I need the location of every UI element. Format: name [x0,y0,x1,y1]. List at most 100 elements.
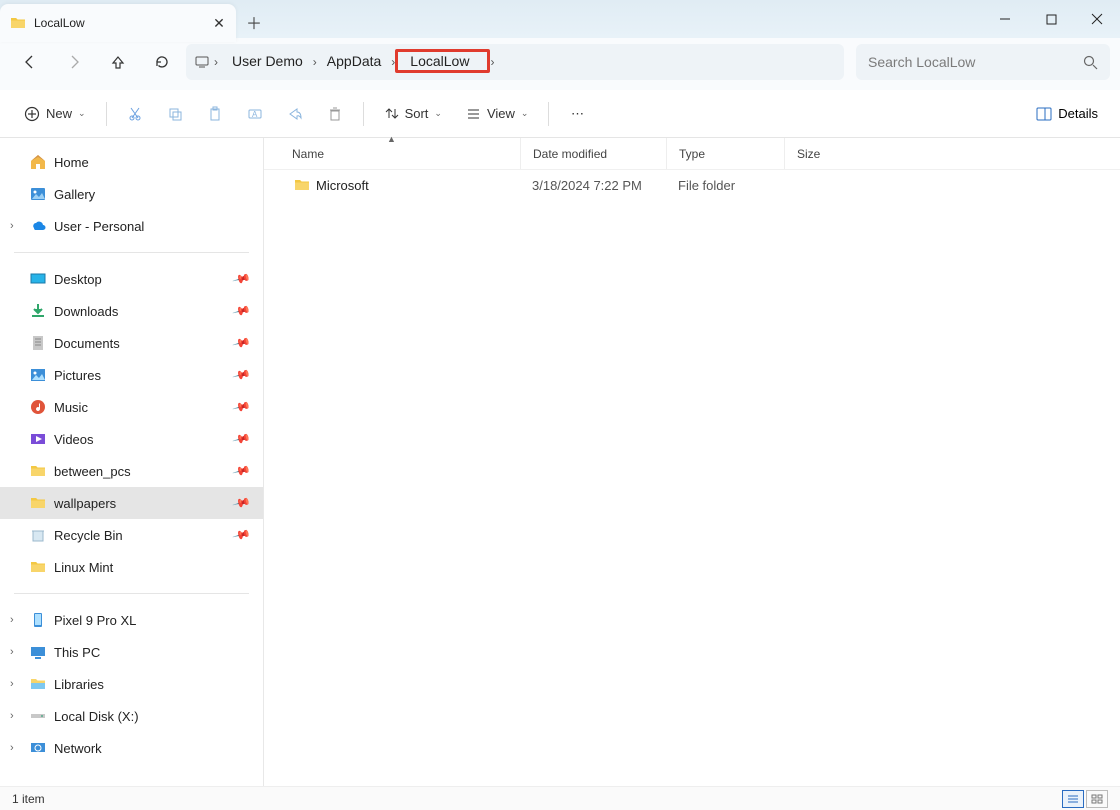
desktop-icon [30,271,46,287]
breadcrumb[interactable]: LocalLow [395,49,490,73]
chevron-down-icon: ⌄ [434,108,442,119]
videos-icon [30,431,46,447]
tab-locallow[interactable]: LocalLow ✕ [0,4,236,42]
pictures-icon [30,367,46,383]
sidebar-item[interactable]: › Network [0,732,263,764]
file-name: Microsoft [316,178,369,193]
chevron-right-icon[interactable]: › [10,678,14,690]
sidebar-item[interactable]: › Local Disk (X:) [0,700,263,732]
cell-date: 3/18/2024 7:22 PM [520,178,666,193]
pin-icon[interactable]: 📌 [232,429,252,449]
sidebar-item-label: User - Personal [54,219,144,234]
toolbar: New ⌄ A Sort ⌄ View ⌄ ⋯ Details [0,90,1120,138]
sidebar-item[interactable]: Downloads 📌 [0,295,263,327]
share-button[interactable] [277,98,313,130]
pin-icon[interactable]: 📌 [232,365,252,385]
rename-button[interactable]: A [237,98,273,130]
sidebar-item-label: Local Disk (X:) [54,709,139,724]
sidebar-item[interactable]: wallpapers 📌 [0,487,263,519]
sidebar-item[interactable]: Home [0,146,263,178]
sidebar-item-label: Downloads [54,304,118,319]
chevron-right-icon[interactable]: › [214,55,218,69]
sidebar-item[interactable]: Videos 📌 [0,423,263,455]
tab-title: LocalLow [34,16,212,30]
column-headers: Name ▲ Date modified Type Size [264,138,1120,170]
address-bar[interactable]: › User Demo›AppData›LocalLow› [186,44,844,80]
column-size[interactable]: Size [784,138,864,169]
pin-icon[interactable]: 📌 [232,333,252,353]
sort-button[interactable]: Sort ⌄ [374,98,452,130]
up-button[interactable] [98,44,138,80]
sidebar-item[interactable]: between_pcs📌 [0,455,263,487]
sidebar-item[interactable]: Music📌 [0,391,263,423]
pin-icon[interactable]: 📌 [232,269,252,289]
disk-icon [30,708,46,724]
close-window-button[interactable] [1074,0,1120,38]
sidebar-item-label: wallpapers [54,496,116,511]
sidebar-item-label: Pictures [54,368,101,383]
sidebar-item[interactable]: Pictures 📌 [0,359,263,391]
status-bar: 1 item [0,786,1120,810]
search-box[interactable] [856,44,1110,80]
pin-icon[interactable]: 📌 [232,493,252,513]
sidebar-item[interactable]: Linux Mint [0,551,263,583]
paste-button[interactable] [197,98,233,130]
back-button[interactable] [10,44,50,80]
navigation-pane[interactable]: HomeGallery›User - Personal Desktop📌Down… [0,138,264,786]
address-bar-area: › User Demo›AppData›LocalLow› [0,38,1120,90]
breadcrumb[interactable]: AppData [317,49,391,73]
more-button[interactable]: ⋯ [559,98,595,130]
new-button[interactable]: New ⌄ [14,98,96,130]
sidebar-item[interactable]: Recycle Bin📌 [0,519,263,551]
minimize-button[interactable] [982,0,1028,38]
pin-icon[interactable]: 📌 [232,301,252,321]
copy-button[interactable] [157,98,193,130]
sidebar-item[interactable]: › User - Personal [0,210,263,242]
refresh-button[interactable] [142,44,182,80]
cell-type: File folder [666,178,784,193]
chevron-right-icon[interactable]: › [10,220,14,232]
chevron-down-icon: ⌄ [78,108,86,119]
maximize-button[interactable] [1028,0,1074,38]
details-pane-button[interactable]: Details [1028,102,1106,126]
libraries-icon [30,676,46,692]
breadcrumb[interactable]: User Demo [222,49,313,73]
sidebar-item[interactable]: ›Libraries [0,668,263,700]
thumbnails-view-toggle[interactable] [1086,790,1108,808]
sidebar-item-label: This PC [54,645,100,660]
network-icon [30,740,46,756]
sidebar-item[interactable]: ›Pixel 9 Pro XL [0,604,263,636]
pc-icon [30,644,46,660]
details-view-toggle[interactable] [1062,790,1084,808]
column-name[interactable]: Name ▲ [264,138,520,169]
chevron-right-icon[interactable]: › [10,742,14,754]
music-icon [30,399,46,415]
pin-icon[interactable]: 📌 [232,397,252,417]
sort-label: Sort [405,106,429,121]
sidebar-item-label: Network [54,741,102,756]
forward-button[interactable] [54,44,94,80]
cut-button[interactable] [117,98,153,130]
sort-ascending-icon: ▲ [387,134,396,144]
sidebar-item[interactable]: › This PC [0,636,263,668]
close-tab-icon[interactable]: ✕ [212,16,226,30]
view-button[interactable]: View ⌄ [456,98,539,130]
pin-icon[interactable]: 📌 [232,461,252,481]
pin-icon[interactable]: 📌 [232,525,252,545]
chevron-right-icon[interactable]: › [10,710,14,722]
table-row[interactable]: Microsoft 3/18/2024 7:22 PMFile folder [264,170,1120,200]
column-date[interactable]: Date modified [520,138,666,169]
sidebar-item[interactable]: Documents📌 [0,327,263,359]
delete-button[interactable] [317,98,353,130]
sidebar-item-label: Videos [54,432,94,447]
chevron-right-icon[interactable]: › [10,646,14,658]
sidebar-item-label: Desktop [54,272,102,287]
sidebar-item[interactable]: Desktop 📌 [0,263,263,295]
chevron-right-icon[interactable]: › [10,614,14,626]
search-icon[interactable] [1083,55,1098,70]
sidebar-item[interactable]: Gallery [0,178,263,210]
column-type[interactable]: Type [666,138,784,169]
chevron-right-icon[interactable]: › [490,55,494,69]
search-input[interactable] [868,54,1075,70]
new-tab-button[interactable]: ＋ [236,6,272,38]
